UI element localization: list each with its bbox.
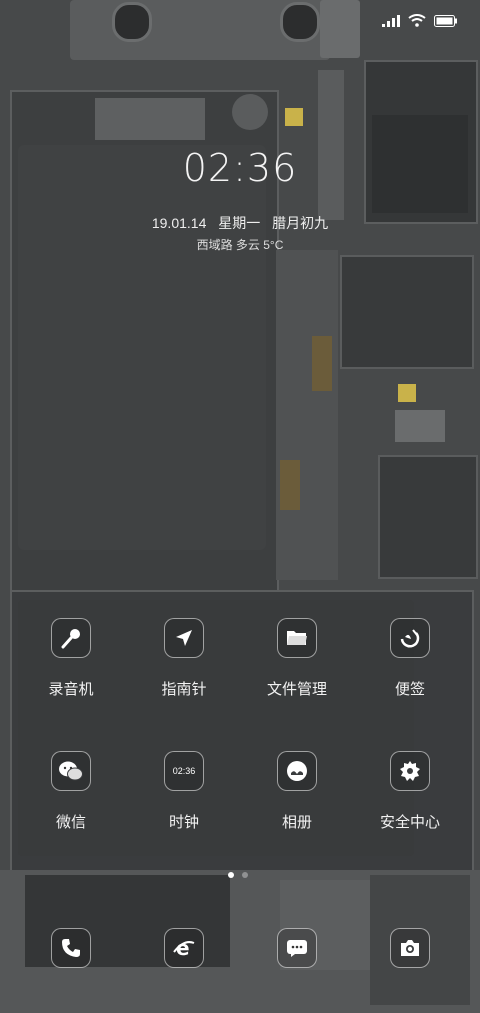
dock-browser[interactable]: e — [129, 928, 239, 968]
messages-icon — [277, 928, 317, 968]
clock-icon-time: 02:36 — [172, 766, 196, 776]
app-label: 便签 — [394, 681, 425, 698]
app-clock[interactable]: 02:36 时钟 — [129, 751, 239, 832]
weather-info: 西域路 多云 5°C — [196, 238, 284, 252]
page-dot — [228, 872, 234, 878]
app-security-center[interactable]: 安全中心 — [355, 751, 465, 832]
camera-icon — [390, 928, 430, 968]
app-notes[interactable]: 便签 — [355, 618, 465, 699]
page-indicator — [228, 872, 248, 878]
app-gallery[interactable]: 相册 — [242, 751, 352, 832]
lockscreen-date: 19.01.14 星期一 腊月初九 — [0, 213, 480, 233]
compass-arrow-icon — [164, 618, 204, 658]
app-label: 时钟 — [168, 814, 199, 831]
phone-icon — [51, 928, 91, 968]
app-label: 微信 — [55, 814, 86, 831]
microphone-icon — [51, 618, 91, 658]
status-bar — [382, 14, 458, 32]
browser-icon: e — [164, 928, 204, 968]
clock-icon: 02:36 — [164, 751, 204, 791]
dock-phone[interactable] — [16, 928, 126, 968]
lunar-date-text: 腊月初九 — [272, 215, 329, 231]
weekday-text: 星期一 — [218, 215, 261, 231]
app-recorder[interactable]: 录音机 — [16, 618, 126, 699]
date-text: 19.01.14 — [151, 215, 207, 231]
lockscreen-time: 02:36 — [182, 146, 298, 190]
app-compass[interactable]: 指南针 — [129, 618, 239, 699]
page-dot — [242, 872, 248, 878]
app-label: 录音机 — [48, 681, 94, 698]
notes-icon — [390, 618, 430, 658]
app-label: 指南针 — [161, 681, 207, 698]
signal-icon — [382, 14, 400, 32]
dock-messages[interactable] — [242, 928, 352, 968]
battery-icon — [434, 14, 458, 32]
app-label: 相册 — [281, 814, 312, 831]
wifi-icon — [408, 14, 426, 32]
app-label: 文件管理 — [266, 681, 327, 698]
app-label: 安全中心 — [379, 814, 440, 831]
security-icon — [390, 751, 430, 791]
dock-camera[interactable] — [355, 928, 465, 968]
app-wechat[interactable]: 微信 — [16, 751, 126, 832]
wechat-icon — [51, 751, 91, 791]
app-file-manager[interactable]: 文件管理 — [242, 618, 352, 699]
folder-icon — [277, 618, 317, 658]
gallery-icon — [277, 751, 317, 791]
